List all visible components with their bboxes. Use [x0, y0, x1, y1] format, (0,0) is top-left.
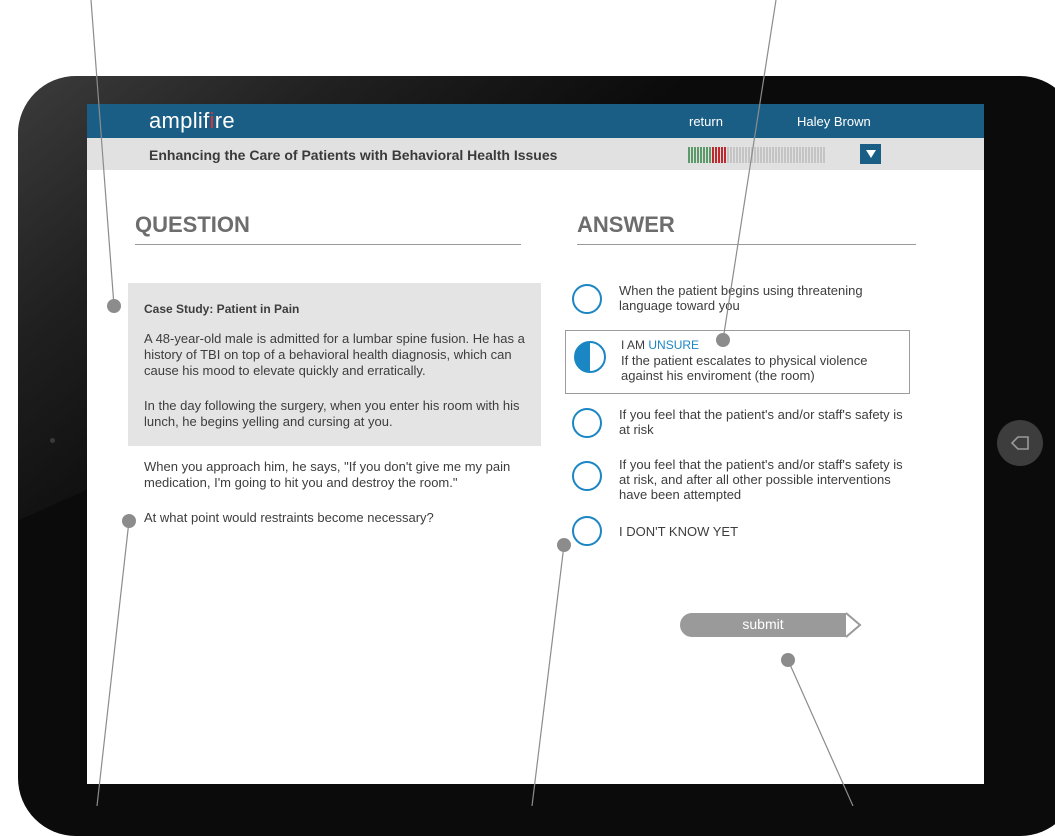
progress-segment [742, 147, 744, 163]
progress-segment [799, 147, 801, 163]
progress-segment [793, 147, 795, 163]
user-name[interactable]: Haley Brown [797, 114, 871, 129]
question-divider [135, 244, 521, 245]
progress-segment [802, 147, 804, 163]
progress-segment [724, 147, 726, 163]
chevron-right-icon[interactable] [844, 611, 864, 639]
course-title: Enhancing the Care of Patients with Beha… [149, 147, 558, 163]
progress-segment [694, 147, 696, 163]
progress-segment [781, 147, 783, 163]
option-radio[interactable] [572, 284, 602, 314]
option-radio[interactable] [572, 461, 602, 491]
answer-divider [577, 244, 916, 245]
progress-segment [700, 147, 702, 163]
progress-segment [763, 147, 765, 163]
progress-segment [697, 147, 699, 163]
confidence-half-radio[interactable] [574, 341, 606, 373]
answer-option[interactable]: If you feel that the patient's and/or st… [565, 457, 911, 509]
answer-option[interactable]: I DON'T KNOW YET [565, 514, 911, 550]
progress-segment [787, 147, 789, 163]
question-heading: QUESTION [135, 212, 250, 237]
progress-segment [811, 147, 813, 163]
confidence-value: UNSURE [648, 338, 700, 352]
progress-segment [709, 147, 711, 163]
question-prompt: At what point would restraints become ne… [144, 510, 434, 525]
option-text: I DON'T KNOW YET [619, 524, 739, 539]
progress-segment [721, 147, 723, 163]
progress-segment [778, 147, 780, 163]
progress-segment [733, 147, 735, 163]
progress-segment [736, 147, 738, 163]
progress-segment [748, 147, 750, 163]
progress-segment [703, 147, 705, 163]
amplifire-logo: amplifire [149, 108, 235, 133]
progress-segment [727, 147, 729, 163]
option-text: When the patient begins using threatenin… [619, 283, 863, 313]
submit-button[interactable]: submit [680, 613, 846, 637]
question-quote: When you approach him, he says, "If you … [144, 459, 511, 490]
progress-segment [712, 147, 714, 163]
answer-option[interactable]: When the patient begins using threatenin… [565, 280, 911, 320]
option-text: If the patient escalates to physical vio… [621, 353, 868, 383]
answer-option-selected[interactable]: I AM UNSURE If the patient escalates to … [565, 330, 910, 394]
progress-segment [808, 147, 810, 163]
progress-segment [730, 147, 732, 163]
callout-marker [122, 514, 136, 528]
case-study-box: Case Study: Patient in Pain A 48-year-ol… [128, 283, 541, 446]
progress-dropdown-button[interactable] [860, 144, 881, 164]
progress-segment [820, 147, 822, 163]
progress-segment [706, 147, 708, 163]
course-bar: Enhancing the Care of Patients with Beha… [87, 138, 984, 170]
progress-segment [715, 147, 717, 163]
progress-segment [691, 147, 693, 163]
confidence-label: I AM UNSURE [621, 338, 700, 352]
progress-segment [775, 147, 777, 163]
progress-segment [796, 147, 798, 163]
back-arrow-icon [1010, 436, 1029, 450]
camera-dot [50, 438, 55, 443]
progress-segment [739, 147, 741, 163]
progress-segment [814, 147, 816, 163]
chevron-down-icon [865, 150, 876, 158]
callout-marker [781, 653, 795, 667]
progress-segment [805, 147, 807, 163]
option-radio[interactable] [572, 516, 602, 546]
callout-marker [716, 333, 730, 347]
app-screen: amplifire return Haley Brown Enhancing t… [87, 104, 984, 784]
progress-segment [772, 147, 774, 163]
callout-marker [107, 299, 121, 313]
progress-segment [790, 147, 792, 163]
progress-segment [745, 147, 747, 163]
home-button[interactable] [997, 420, 1043, 466]
progress-segment [766, 147, 768, 163]
answer-heading: ANSWER [577, 212, 675, 237]
progress-segment [754, 147, 756, 163]
case-paragraph: A 48-year-old male is admitted for a lum… [144, 331, 525, 378]
option-text: If you feel that the patient's and/or st… [619, 407, 903, 437]
progress-segment [769, 147, 771, 163]
option-text: If you feel that the patient's and/or st… [619, 457, 903, 502]
progress-segment [718, 147, 720, 163]
progress-segment [823, 147, 825, 163]
return-link[interactable]: return [689, 114, 723, 129]
progress-bar [688, 147, 825, 163]
case-paragraph: In the day following the surgery, when y… [144, 398, 520, 429]
progress-segment [751, 147, 753, 163]
callout-marker [557, 538, 571, 552]
progress-segment [757, 147, 759, 163]
top-bar: amplifire return Haley Brown [87, 104, 984, 138]
answer-option[interactable]: If you feel that the patient's and/or st… [565, 404, 911, 444]
progress-segment [784, 147, 786, 163]
case-study-title: Case Study: Patient in Pain [144, 302, 300, 316]
progress-segment [760, 147, 762, 163]
option-radio[interactable] [572, 408, 602, 438]
progress-segment [817, 147, 819, 163]
progress-segment [688, 147, 690, 163]
